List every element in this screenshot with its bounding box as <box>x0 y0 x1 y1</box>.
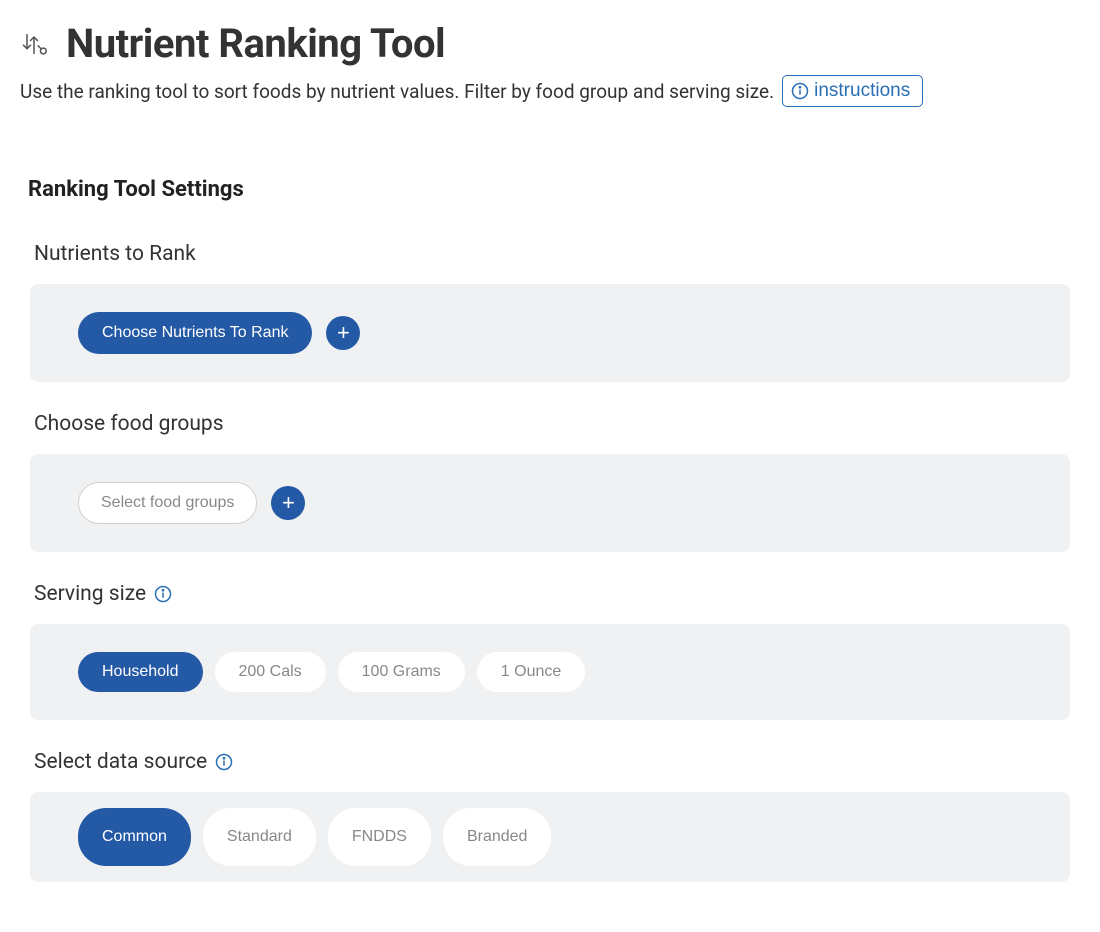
food-groups-panel: Select food groups + <box>30 454 1070 552</box>
data-source-panel: Common Standard FNDDS Branded <box>30 792 1070 882</box>
nutrients-panel: Choose Nutrients To Rank + <box>30 284 1070 382</box>
data-source-option-common[interactable]: Common <box>78 808 191 866</box>
food-groups-label: Choose food groups <box>20 412 1080 436</box>
ranking-icon <box>20 30 48 58</box>
page-subtitle: Use the ranking tool to sort foods by nu… <box>20 80 774 103</box>
serving-option-100grams[interactable]: 100 Grams <box>338 652 465 692</box>
instructions-label: instructions <box>814 80 910 102</box>
add-nutrient-button[interactable]: + <box>326 316 360 350</box>
data-source-label: Select data source <box>34 750 207 774</box>
serving-option-household[interactable]: Household <box>78 652 203 692</box>
plus-icon: + <box>337 322 350 344</box>
select-food-groups-button[interactable]: Select food groups <box>78 482 257 524</box>
info-icon[interactable] <box>154 585 172 603</box>
info-icon <box>791 82 809 100</box>
settings-heading: Ranking Tool Settings <box>20 177 1080 202</box>
serving-size-panel: Household 200 Cals 100 Grams 1 Ounce <box>30 624 1070 720</box>
instructions-button[interactable]: instructions <box>782 75 923 107</box>
serving-option-1ounce[interactable]: 1 Ounce <box>477 652 585 692</box>
add-food-group-button[interactable]: + <box>271 486 305 520</box>
data-source-option-fndds[interactable]: FNDDS <box>328 808 431 866</box>
page-title: Nutrient Ranking Tool <box>66 20 445 67</box>
data-source-option-branded[interactable]: Branded <box>443 808 552 866</box>
data-source-options: Common Standard FNDDS Branded <box>78 808 551 866</box>
plus-icon: + <box>282 492 295 514</box>
serving-option-200cals[interactable]: 200 Cals <box>215 652 326 692</box>
info-icon[interactable] <box>215 753 233 771</box>
data-source-option-standard[interactable]: Standard <box>203 808 316 866</box>
choose-nutrients-button[interactable]: Choose Nutrients To Rank <box>78 312 312 354</box>
serving-size-options: Household 200 Cals 100 Grams 1 Ounce <box>78 652 585 692</box>
serving-size-label: Serving size <box>34 582 146 606</box>
nutrients-label: Nutrients to Rank <box>20 242 1080 266</box>
